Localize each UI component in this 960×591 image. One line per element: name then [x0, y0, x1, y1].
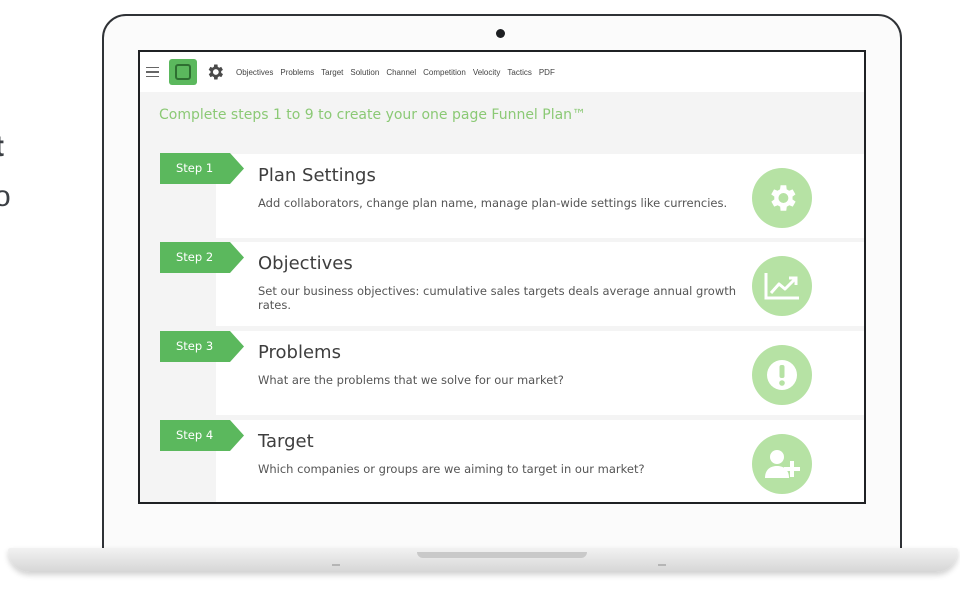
- step-card-target[interactable]: Target Which companies or groups are we …: [216, 420, 864, 502]
- step-card-problems[interactable]: Problems What are the problems that we s…: [216, 331, 864, 415]
- laptop-foot-mark: [332, 564, 340, 566]
- step-icon-circle: [752, 434, 812, 494]
- step-description: Which companies or groups are we aiming …: [258, 462, 645, 476]
- step-tab-3[interactable]: Step 3: [160, 331, 244, 362]
- step-description: What are the problems that we solve for …: [258, 373, 564, 387]
- step-title: Problems: [258, 342, 341, 363]
- step-tab-4[interactable]: Step 4: [160, 420, 244, 451]
- laptop-foot-mark: [658, 564, 666, 566]
- step-icon-circle: [752, 345, 812, 405]
- nav-link-competition[interactable]: Competition: [423, 68, 466, 77]
- step-icon-circle: [752, 256, 812, 316]
- app-logo[interactable]: [169, 59, 197, 85]
- step-icon-circle: [752, 168, 812, 228]
- step-tab-1[interactable]: Step 1: [160, 153, 244, 184]
- nav-link-target[interactable]: Target: [321, 68, 343, 77]
- nav-link-objectives[interactable]: Objectives: [236, 68, 273, 77]
- step-description: Set our business objectives: cumulative …: [258, 284, 737, 312]
- top-nav: Objectives Problems Target Solution Chan…: [140, 52, 864, 92]
- trend-chart-icon: [764, 273, 799, 300]
- laptop-notch: [417, 552, 587, 558]
- step-card-plan-settings[interactable]: Plan Settings Add collaborators, change …: [216, 154, 864, 238]
- step-title: Target: [258, 431, 314, 452]
- step-title: Plan Settings: [258, 165, 376, 186]
- add-user-icon: [765, 450, 800, 478]
- step-tab-2[interactable]: Step 2: [160, 242, 244, 273]
- nav-links: Objectives Problems Target Solution Chan…: [236, 68, 555, 77]
- nav-link-tactics[interactable]: Tactics: [507, 68, 531, 77]
- step-title: Objectives: [258, 253, 353, 274]
- nav-link-pdf[interactable]: PDF: [539, 68, 555, 77]
- step-description: Add collaborators, change plan name, man…: [258, 196, 728, 210]
- webcam-dot: [496, 29, 505, 38]
- page-headline: Complete steps 1 to 9 to create your one…: [159, 107, 587, 123]
- step-card-objectives[interactable]: Objectives Set our business objectives: …: [216, 242, 864, 326]
- nav-link-solution[interactable]: Solution: [350, 68, 379, 77]
- gear-icon: [771, 185, 796, 211]
- nav-link-velocity[interactable]: Velocity: [473, 68, 501, 77]
- hamburger-menu-icon[interactable]: [146, 66, 159, 78]
- cropped-heading-fragment: t: [0, 130, 4, 164]
- app-screen: Objectives Problems Target Solution Chan…: [138, 50, 866, 504]
- nav-link-problems[interactable]: Problems: [280, 68, 314, 77]
- nav-link-channel[interactable]: Channel: [386, 68, 416, 77]
- cropped-subheading-fragment: o: [0, 180, 11, 213]
- settings-gear-icon[interactable]: [205, 62, 225, 82]
- exclamation-icon: [767, 360, 797, 390]
